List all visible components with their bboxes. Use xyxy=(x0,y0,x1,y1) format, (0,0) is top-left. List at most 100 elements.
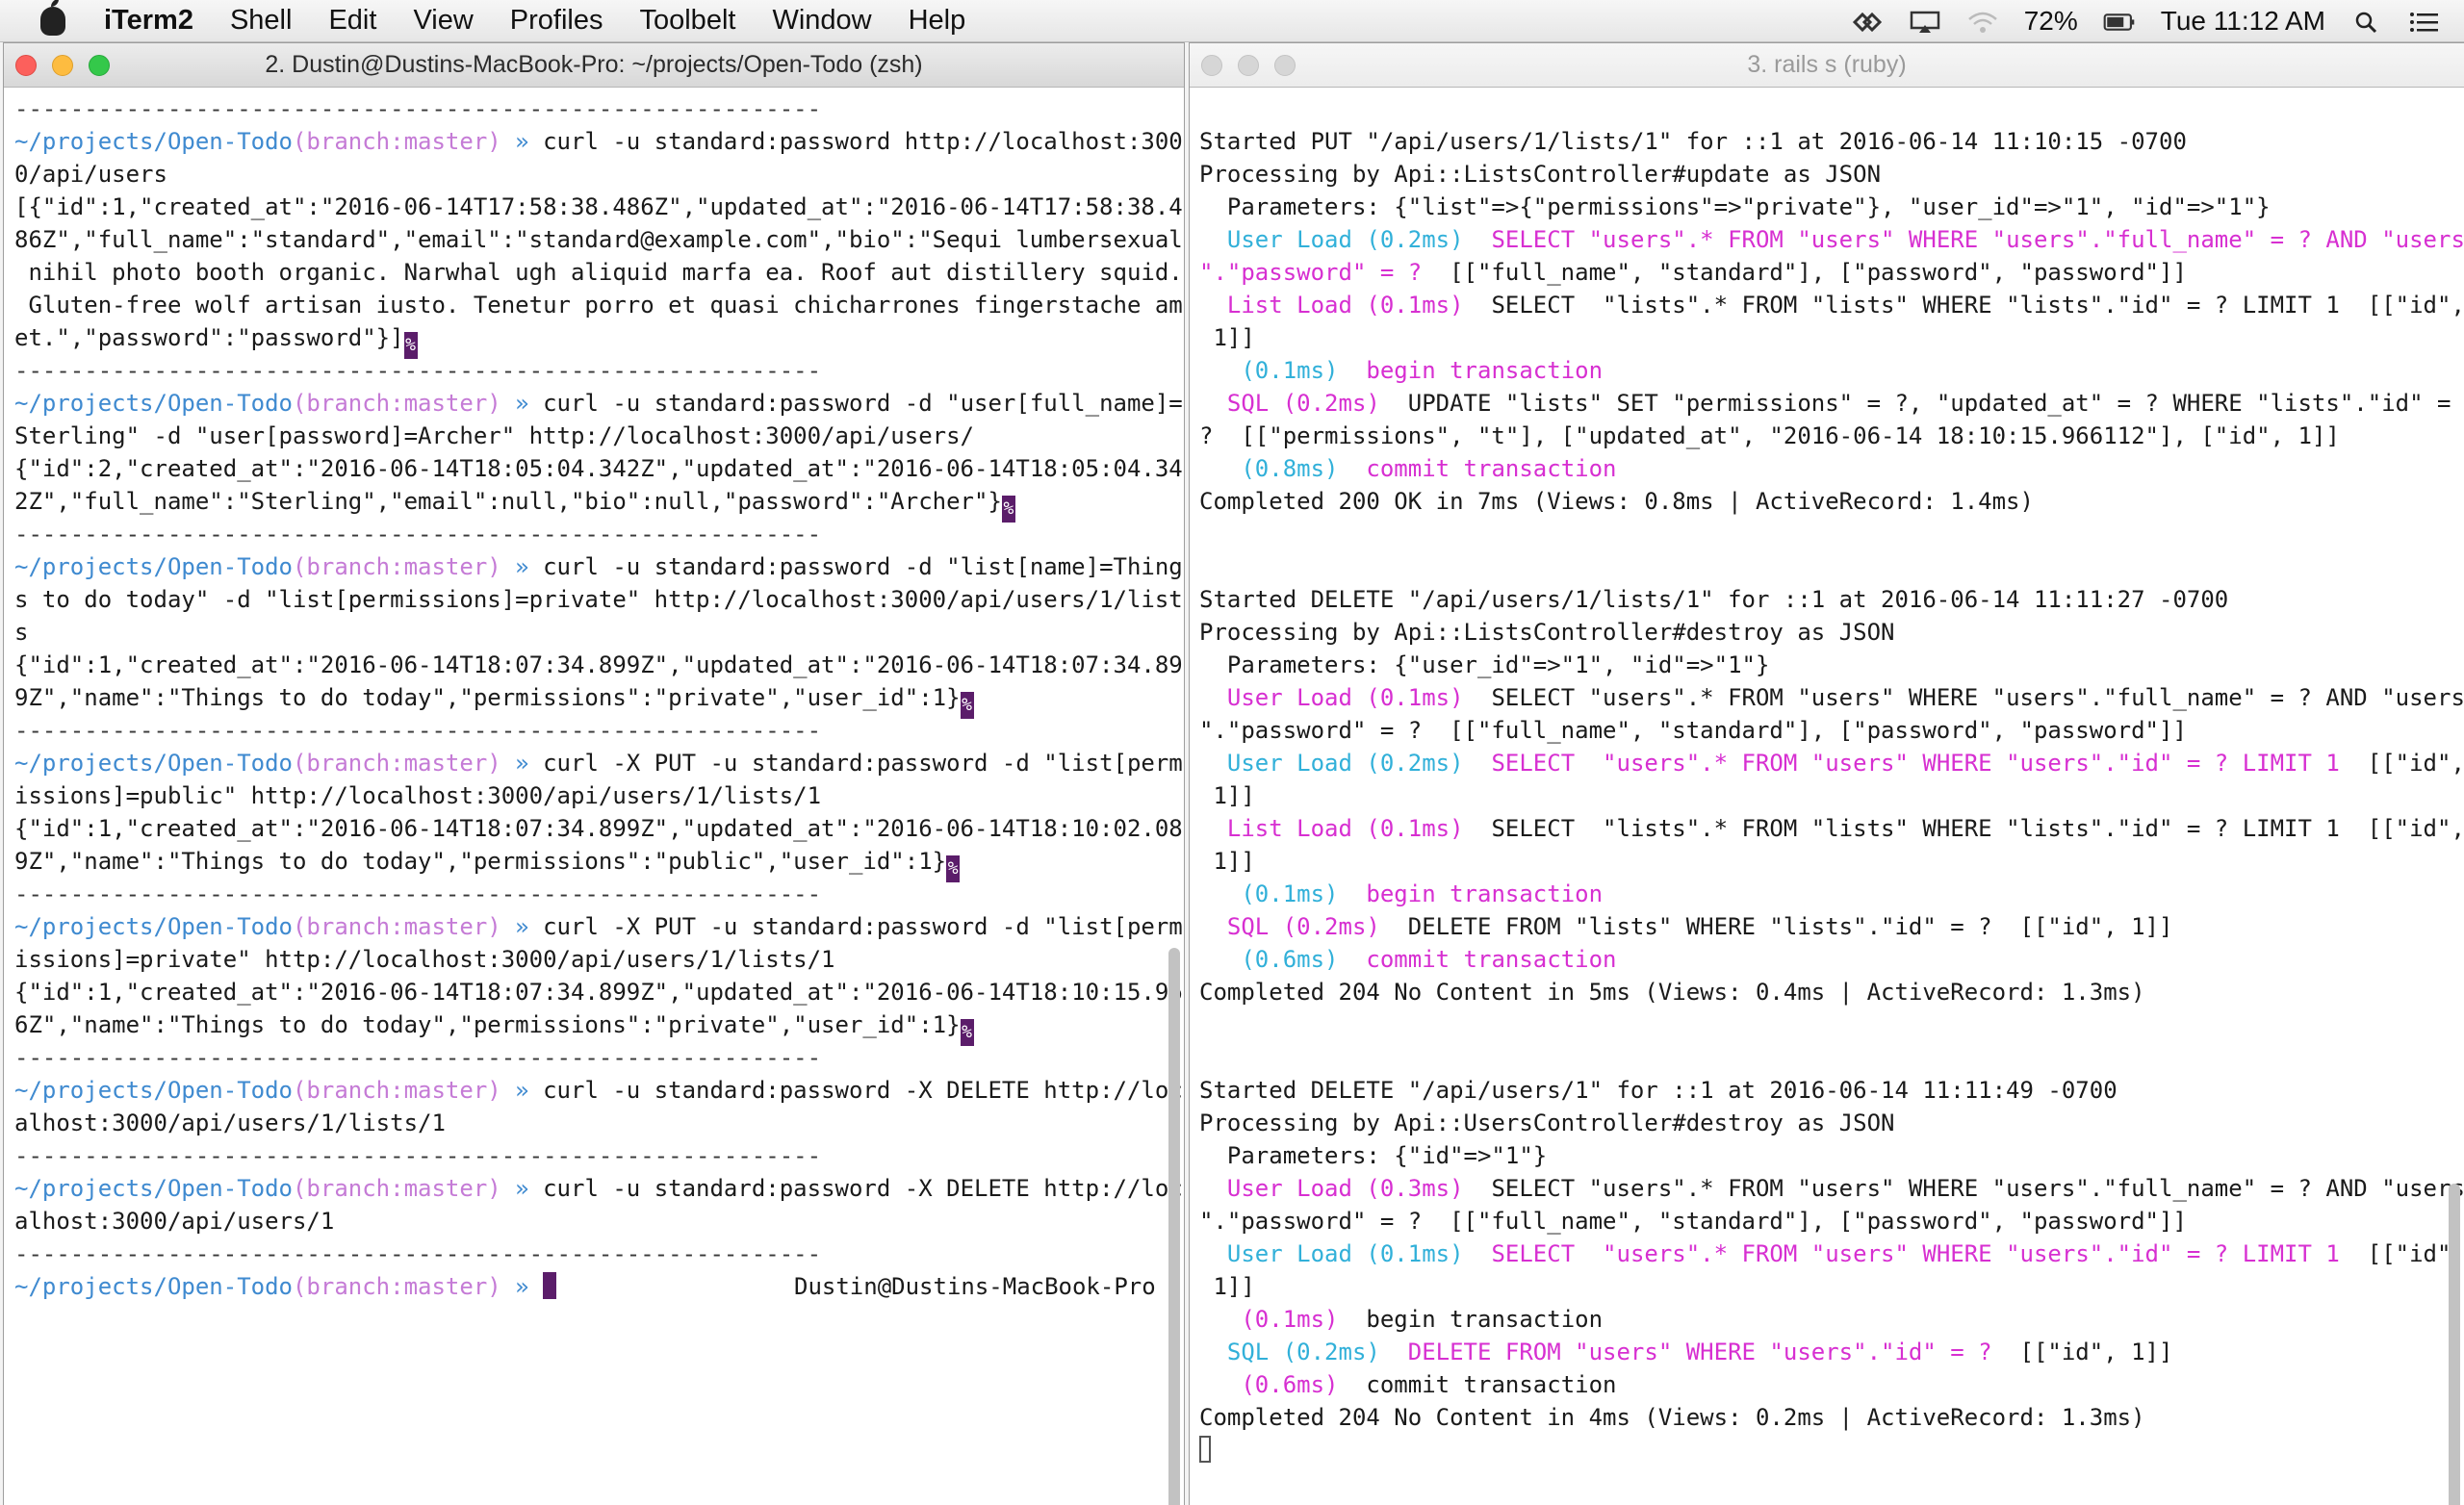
battery-percent[interactable]: 72% xyxy=(2024,6,2078,37)
output-text: 86Z","full_name":"standard","email":"sta… xyxy=(14,226,1183,253)
output-text: 9Z","name":"Things to do today","permiss… xyxy=(14,684,961,711)
menu-help[interactable]: Help xyxy=(909,5,966,37)
command-line: 0/api/users xyxy=(14,158,1184,191)
airplay-icon[interactable] xyxy=(1909,10,1941,33)
prompt-branch: (branch:master) xyxy=(292,128,501,155)
log-segment: (0.8ms) xyxy=(1199,455,1339,482)
command-line: s to do today" -d "list[permissions]=pri… xyxy=(14,583,1184,616)
command-line: ~/projects/Open-Todo(branch:master) » cu… xyxy=(14,1172,1184,1205)
prompt-branch: (branch:master) xyxy=(292,1077,501,1104)
log-line: (0.1ms) begin transaction xyxy=(1199,878,2464,910)
log-segment: "."password" = ? xyxy=(1199,259,1423,286)
terminal-output[interactable]: ----------------------------------------… xyxy=(4,89,1184,1505)
battery-icon[interactable] xyxy=(2103,10,2136,33)
separator-line: ----------------------------------------… xyxy=(14,92,1184,125)
log-segment: UPDATE "lists" SET "permissions" = ?, "u… xyxy=(1379,390,2451,417)
prompt-branch: (branch:master) xyxy=(292,1175,501,1202)
log-line: Processing by Api::ListsController#updat… xyxy=(1199,158,2464,191)
output-text: Gluten-free wolf artisan iusto. Tenetur … xyxy=(14,292,1183,319)
apple-icon[interactable] xyxy=(40,0,65,36)
separator-line: ----------------------------------------… xyxy=(14,1139,1184,1172)
output-line: {"id":1,"created_at":"2016-06-14T18:07:3… xyxy=(14,812,1184,845)
log-segment: 1]] xyxy=(1199,1273,1255,1300)
log-segment: [["id", 1]] xyxy=(1991,1339,2173,1365)
prompt-branch: (branch:master) xyxy=(292,913,501,940)
log-segment: User Load (0.2ms) xyxy=(1199,750,1464,777)
output-line: 6Z","name":"Things to do today","permiss… xyxy=(14,1008,1184,1046)
active-cursor-line xyxy=(1199,1434,2464,1467)
window-titlebar[interactable]: 2. Dustin@Dustins-MacBook-Pro: ~/project… xyxy=(4,43,1184,88)
log-segment: (0.1ms) xyxy=(1199,357,1339,384)
command-text: curl -u standard:password -X DELETE http… xyxy=(543,1175,1183,1202)
log-segment: User Load (0.1ms) xyxy=(1199,684,1464,711)
terminal-window-zsh[interactable]: 2. Dustin@Dustins-MacBook-Pro: ~/project… xyxy=(4,43,1184,1505)
output-text: 2Z","full_name":"Sterling","email":null,… xyxy=(14,488,1002,515)
log-segment: (0.6ms) xyxy=(1199,1371,1339,1398)
log-line: User Load (0.1ms) SELECT "users".* FROM … xyxy=(1199,1237,2464,1270)
log-segment: Started DELETE "/api/users/1/lists/1" fo… xyxy=(1199,586,2229,613)
output-line: {"id":2,"created_at":"2016-06-14T18:05:0… xyxy=(14,452,1184,485)
zoom-button[interactable] xyxy=(89,55,110,76)
log-line: List Load (0.1ms) SELECT "lists".* FROM … xyxy=(1199,289,2464,321)
command-text: curl -X PUT -u standard:password -d "lis… xyxy=(543,750,1183,777)
scrollbar[interactable] xyxy=(1168,948,1180,1505)
separator-text: ----------------------------------------… xyxy=(14,880,822,907)
prompt-branch: (branch:master) xyxy=(292,1273,501,1300)
log-segment: User Load (0.2ms) xyxy=(1199,226,1464,253)
menu-shell[interactable]: Shell xyxy=(230,5,293,37)
log-line: Started PUT "/api/users/1/lists/1" for :… xyxy=(1199,125,2464,158)
prompt-branch: (branch:master) xyxy=(292,750,501,777)
prompt-arrow: » xyxy=(500,1273,544,1300)
log-segment: SELECT "users".* FROM "users" WHERE "use… xyxy=(1463,1240,2340,1267)
log-segment: Started PUT "/api/users/1/lists/1" for :… xyxy=(1199,128,2187,155)
output-line: 2Z","full_name":"Sterling","email":null,… xyxy=(14,485,1184,523)
no-newline-marker: % xyxy=(960,1019,974,1046)
no-newline-marker: % xyxy=(946,855,961,882)
command-text: issions]=private" http://localhost:3000/… xyxy=(14,946,835,973)
minimize-button[interactable] xyxy=(1238,55,1259,76)
log-segment: [["id", xyxy=(2339,1240,2464,1267)
command-text: issions]=public" http://localhost:3000/a… xyxy=(14,782,822,809)
separator-text: ----------------------------------------… xyxy=(14,717,822,744)
log-segment: SELECT "lists".* FROM "lists" WHERE "lis… xyxy=(1463,292,2464,319)
menu-app-name[interactable]: iTerm2 xyxy=(104,5,193,37)
menu-edit[interactable]: Edit xyxy=(328,5,376,37)
link-icon[interactable] xyxy=(1851,10,1884,33)
log-line: Started DELETE "/api/users/1" for ::1 at… xyxy=(1199,1074,2464,1107)
window-titlebar[interactable]: 3. rails s (ruby) xyxy=(1190,43,2464,88)
terminal-output[interactable]: Started PUT "/api/users/1/lists/1" for :… xyxy=(1190,89,2464,1505)
menu-profiles[interactable]: Profiles xyxy=(510,5,603,37)
log-line: Processing by Api::ListsController#destr… xyxy=(1199,616,2464,649)
separator-text: ----------------------------------------… xyxy=(14,95,822,122)
output-text: {"id":1,"created_at":"2016-06-14T18:07:3… xyxy=(14,651,1183,678)
log-line: Parameters: {"id"=>"1"} xyxy=(1199,1139,2464,1172)
log-line: User Load (0.1ms) SELECT "users".* FROM … xyxy=(1199,681,2464,714)
log-segment: begin transaction xyxy=(1338,880,1604,907)
command-line: ~/projects/Open-Todo(branch:master) » cu… xyxy=(14,550,1184,583)
menu-toolbelt[interactable]: Toolbelt xyxy=(639,5,735,37)
menu-window[interactable]: Window xyxy=(772,5,871,37)
scrollbar[interactable] xyxy=(2449,1184,2460,1505)
search-icon[interactable] xyxy=(2350,10,2383,34)
close-button[interactable] xyxy=(1201,55,1222,76)
log-segment: User Load (0.3ms) xyxy=(1199,1175,1464,1202)
separator-line: ----------------------------------------… xyxy=(14,518,1184,550)
zoom-button[interactable] xyxy=(1274,55,1296,76)
wifi-icon[interactable] xyxy=(1966,10,1999,33)
command-line: alhost:3000/api/users/1 xyxy=(14,1205,1184,1237)
close-button[interactable] xyxy=(15,55,37,76)
clock[interactable]: Tue 11:12 AM xyxy=(2161,6,2325,37)
terminal-window-rails[interactable]: 3. rails s (ruby) Started PUT "/api/user… xyxy=(1190,43,2464,1505)
log-line: Processing by Api::UsersController#destr… xyxy=(1199,1107,2464,1139)
minimize-button[interactable] xyxy=(52,55,73,76)
command-line: alhost:3000/api/users/1/lists/1 xyxy=(14,1107,1184,1139)
log-segment: Started DELETE "/api/users/1" for ::1 at… xyxy=(1199,1077,2118,1104)
menu-view[interactable]: View xyxy=(413,5,473,37)
log-segment: [["id", xyxy=(2339,750,2464,777)
log-segment: commit transaction xyxy=(1338,1371,1617,1398)
prompt-path: ~/projects/Open-Todo xyxy=(14,553,293,580)
prompt-arrow: » xyxy=(500,750,544,777)
notification-center-icon[interactable] xyxy=(2408,10,2441,33)
